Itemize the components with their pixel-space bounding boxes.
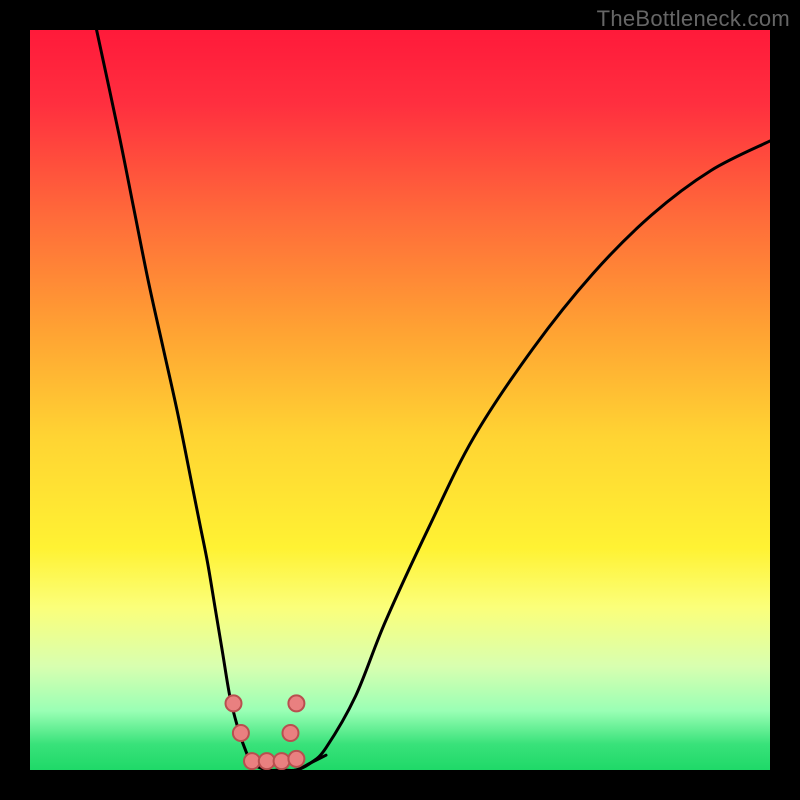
watermark-text: TheBottleneck.com [597, 6, 790, 32]
marker-left-lower [233, 725, 249, 741]
curves-layer [30, 30, 770, 770]
marker-floor-a [244, 753, 260, 769]
markers-group [226, 695, 305, 769]
marker-floor-c [274, 753, 290, 769]
marker-left-upper [226, 695, 242, 711]
curve-right [267, 141, 770, 770]
plot-area [30, 30, 770, 770]
chart-frame: TheBottleneck.com [0, 0, 800, 800]
curve-left [97, 30, 326, 770]
marker-right-upper [288, 695, 304, 711]
marker-floor-b [259, 753, 275, 769]
marker-right-lower [282, 725, 298, 741]
marker-floor-d [288, 751, 304, 767]
